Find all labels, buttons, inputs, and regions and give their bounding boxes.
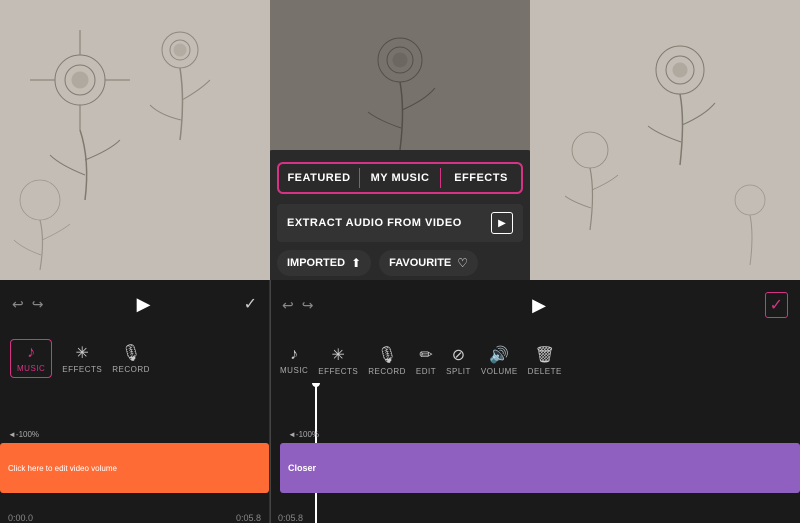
delete-label-right: DELETE — [528, 367, 562, 376]
tabs-row[interactable]: FEATURED MY MUSIC EFFECTS — [277, 162, 523, 194]
video-panel-right — [530, 0, 800, 280]
toolbar-record-right[interactable]: 🎙 RECORD — [368, 345, 406, 376]
imported-button[interactable]: IMPORTED ⬆ — [277, 250, 371, 276]
undo-button-right[interactable]: ↩ — [282, 297, 294, 314]
left-toolbar-icons-row: ♪ MUSIC ✳ EFFECTS 🎙 RECORD — [0, 328, 269, 388]
effects-icon-right: ✳ — [332, 345, 345, 365]
effects-label-left: EFFECTS — [62, 365, 102, 374]
edit-icon-right: ✏ — [419, 345, 432, 365]
playhead-dot — [312, 383, 320, 387]
undo-button-left[interactable]: ↩ — [12, 296, 24, 313]
video-panel-left — [0, 0, 270, 280]
check-button-right[interactable]: ✓ — [765, 292, 788, 318]
left-toolbar: ↩ ↪ ▶ ✓ ♪ MUSIC ✳ EFFECTS 🎙 RECORD — [0, 280, 270, 523]
timeline-right: Closer ◄-100% 0:05.8 — [270, 383, 800, 523]
track-label-right: Closer — [288, 463, 316, 473]
toolbar-record-left[interactable]: 🎙 RECORD — [112, 343, 150, 374]
import-icon: ⬆ — [351, 256, 361, 270]
time-end-left: 0:05.8 — [236, 513, 261, 523]
delete-icon-right: 🗑 — [535, 345, 555, 365]
record-icon-right: 🎙 — [377, 345, 397, 365]
right-toolbar: ↩ ↪ ▶ ✓ ♪ MUSIC ✳ EFFECTS 🎙 RECORD ✏ EDI… — [270, 280, 800, 523]
edit-label-right: EDIT — [416, 367, 436, 376]
favourite-button[interactable]: FAVOURITE ♡ — [379, 250, 478, 276]
toolbar-music-right[interactable]: ♪ MUSIC — [280, 346, 308, 375]
click-edit-left: Click here to edit video volume — [8, 464, 117, 473]
music-label-left: MUSIC — [17, 364, 45, 373]
time-start-right: 0:05.8 — [278, 513, 303, 523]
extract-audio-label: EXTRACT AUDIO FROM VIDEO — [287, 217, 462, 229]
toolbar-effects-left[interactable]: ✳ EFFECTS — [62, 343, 102, 374]
favourite-label: FAVOURITE — [389, 257, 451, 269]
volume-icon-right: 🔊 — [489, 345, 509, 365]
check-button-left[interactable]: ✓ — [244, 294, 257, 314]
track-percent-left: ◄-100% — [8, 430, 39, 439]
record-icon-left: 🎙 — [121, 343, 141, 363]
heart-icon: ♡ — [457, 256, 468, 270]
play-button-right[interactable]: ▶ — [532, 295, 546, 316]
split-label-right: SPLIT — [446, 367, 471, 376]
right-nav-row: ↩ ↪ ▶ ✓ — [270, 280, 800, 330]
record-label-right: RECORD — [368, 367, 406, 376]
imported-label: IMPORTED — [287, 257, 345, 269]
tab-my-music[interactable]: MY MUSIC — [360, 164, 440, 192]
redo-button-left[interactable]: ↪ — [32, 296, 44, 313]
video-panel-center: FEATURED MY MUSIC EFFECTS EXTRACT AUDIO … — [270, 0, 530, 280]
toolbar-effects-right[interactable]: ✳ EFFECTS — [318, 345, 358, 376]
video-track-right[interactable]: Closer — [280, 443, 800, 493]
record-label-left: RECORD — [112, 365, 150, 374]
time-start-left: 0:00.0 — [8, 513, 33, 523]
video-track-left[interactable]: Click here to edit video volume — [0, 443, 269, 493]
center-divider — [270, 280, 271, 523]
right-toolbar-icons-row: ♪ MUSIC ✳ EFFECTS 🎙 RECORD ✏ EDIT ⊘ SPLI… — [270, 330, 800, 390]
toolbar-delete-right[interactable]: 🗑 DELETE — [528, 345, 562, 376]
track-percent-right: ◄-100% — [288, 430, 319, 439]
tab-effects[interactable]: EFFECTS — [441, 164, 521, 192]
extract-audio-row[interactable]: EXTRACT AUDIO FROM VIDEO ▶ — [277, 204, 523, 242]
music-label-right: MUSIC — [280, 366, 308, 375]
volume-label-right: VOLUME — [481, 367, 518, 376]
music-icon-left: ♪ — [27, 344, 35, 362]
undo-redo-left: ↩ ↪ — [12, 296, 43, 313]
music-icon-right: ♪ — [290, 346, 298, 364]
redo-button-right[interactable]: ↪ — [302, 297, 314, 314]
video-area: FEATURED MY MUSIC EFFECTS EXTRACT AUDIO … — [0, 0, 800, 280]
filter-row: IMPORTED ⬆ FAVOURITE ♡ — [277, 250, 523, 276]
tab-featured[interactable]: FEATURED — [279, 164, 359, 192]
extract-audio-play-icon[interactable]: ▶ — [491, 212, 513, 234]
toolbar-edit-right[interactable]: ✏ EDIT — [416, 345, 436, 376]
undo-redo-right: ↩ ↪ — [282, 297, 313, 314]
toolbar-volume-right[interactable]: 🔊 VOLUME — [481, 345, 518, 376]
bottom-area: ↩ ↪ ▶ ✓ ♪ MUSIC ✳ EFFECTS 🎙 RECORD — [0, 280, 800, 523]
play-button-left[interactable]: ▶ — [137, 294, 151, 315]
popup-panel: FEATURED MY MUSIC EFFECTS EXTRACT AUDIO … — [270, 150, 530, 280]
split-icon-right: ⊘ — [452, 345, 465, 365]
timeline-left: Click here to edit video volume ◄-100% 0… — [0, 383, 269, 523]
left-nav-row: ↩ ↪ ▶ ✓ — [0, 280, 269, 328]
toolbar-music-left[interactable]: ♪ MUSIC — [10, 339, 52, 378]
effects-icon-left: ✳ — [76, 343, 89, 363]
effects-label-right: EFFECTS — [318, 367, 358, 376]
toolbar-split-right[interactable]: ⊘ SPLIT — [446, 345, 471, 376]
